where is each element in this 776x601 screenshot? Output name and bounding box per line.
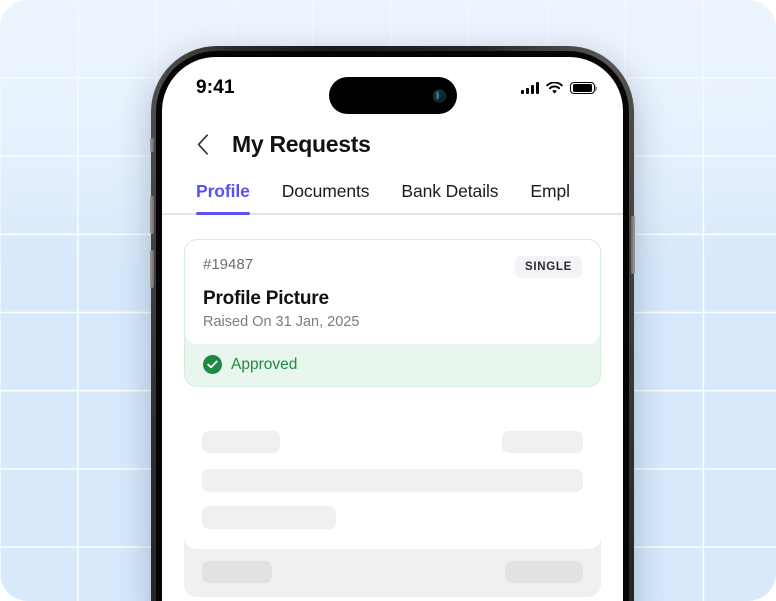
status-badge: SINGLE xyxy=(514,256,582,278)
status-bar: 9:41 xyxy=(162,57,623,115)
volume-down-button[interactable] xyxy=(150,250,154,288)
cellular-signal-icon xyxy=(521,82,539,94)
navigation-bar: My Requests xyxy=(162,115,623,175)
tab-documents[interactable]: Documents xyxy=(282,181,370,215)
request-raised-on: Raised On 31 Jan, 2025 xyxy=(203,314,360,330)
skeleton-header-row xyxy=(202,431,583,453)
page-title: My Requests xyxy=(232,130,371,157)
request-card-body: #19487 SINGLE Profile Picture Raised On … xyxy=(185,240,600,344)
back-button[interactable] xyxy=(192,129,214,159)
check-circle-icon xyxy=(203,355,222,374)
phone-screen: 9:41 My Requests Profile Documents Bank … xyxy=(162,57,623,601)
tab-bar: Profile Documents Bank Details Empl xyxy=(162,175,623,215)
skeleton-placeholder xyxy=(505,561,583,583)
skeleton-placeholder xyxy=(202,561,272,583)
tab-bank-details[interactable]: Bank Details xyxy=(401,181,498,215)
status-time: 9:41 xyxy=(196,77,235,98)
request-status-text: Approved xyxy=(231,355,298,373)
skeleton-placeholder xyxy=(202,506,336,529)
skeleton-body xyxy=(184,413,601,549)
request-title: Profile Picture xyxy=(203,288,329,309)
request-card-header: #19487 SINGLE xyxy=(203,256,582,278)
tab-employment[interactable]: Empl xyxy=(530,181,570,215)
power-button[interactable] xyxy=(631,216,635,274)
skeleton-placeholder xyxy=(202,469,583,492)
chevron-left-icon xyxy=(197,133,209,155)
request-status-row: Approved xyxy=(185,344,600,386)
phone-mockup-frame: 9:41 My Requests Profile Documents Bank … xyxy=(150,46,635,601)
silent-switch-button[interactable] xyxy=(150,138,154,152)
requests-list: #19487 SINGLE Profile Picture Raised On … xyxy=(162,215,623,597)
skeleton-placeholder xyxy=(202,431,280,453)
skeleton-placeholder xyxy=(502,431,583,453)
request-card[interactable]: #19487 SINGLE Profile Picture Raised On … xyxy=(184,239,601,387)
tab-profile[interactable]: Profile xyxy=(196,181,250,215)
scene-background: 9:41 My Requests Profile Documents Bank … xyxy=(0,0,776,601)
status-icons xyxy=(521,81,598,95)
wifi-icon xyxy=(546,81,563,95)
request-card-skeleton xyxy=(184,413,601,597)
dynamic-island xyxy=(328,77,457,114)
request-id: #19487 xyxy=(203,256,254,273)
volume-up-button[interactable] xyxy=(150,196,154,234)
skeleton-footer xyxy=(184,549,601,597)
battery-full-icon xyxy=(570,81,598,95)
front-camera-icon xyxy=(432,89,446,102)
